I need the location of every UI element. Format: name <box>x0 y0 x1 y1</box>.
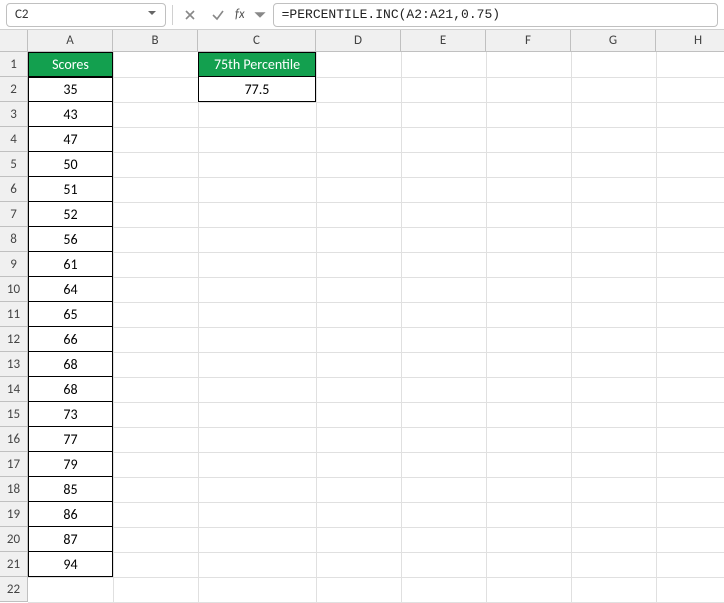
cell-A6[interactable]: 51 <box>28 177 113 202</box>
row-header-4[interactable]: 4 <box>0 127 28 152</box>
column-header-B[interactable]: B <box>113 30 198 52</box>
cell-A7[interactable]: 52 <box>28 202 113 227</box>
spreadsheet-grid[interactable]: ABCDEFGH 1234567891011121314151617181920… <box>0 30 724 581</box>
row-header-14[interactable]: 14 <box>0 377 28 402</box>
confirm-icon[interactable] <box>207 4 229 26</box>
cell-A8[interactable]: 56 <box>28 227 113 252</box>
row-header-18[interactable]: 18 <box>0 477 28 502</box>
column-header-H[interactable]: H <box>656 30 724 52</box>
chevron-down-icon[interactable] <box>253 4 267 26</box>
column-header-F[interactable]: F <box>486 30 571 52</box>
cell-A9[interactable]: 61 <box>28 252 113 277</box>
formula-input[interactable]: =PERCENTILE.INC(A2:A21,0.75) <box>273 3 718 27</box>
cell-A16[interactable]: 77 <box>28 427 113 452</box>
row-header-16[interactable]: 16 <box>0 427 28 452</box>
divider <box>172 5 173 25</box>
cell-C2-value[interactable]: 77.5 <box>198 77 316 102</box>
row-header-20[interactable]: 20 <box>0 527 28 552</box>
row-header-11[interactable]: 11 <box>0 302 28 327</box>
cell-A2[interactable]: 35 <box>28 77 113 102</box>
cell-A15[interactable]: 73 <box>28 402 113 427</box>
cell-A19[interactable]: 86 <box>28 502 113 527</box>
cell-C1-header[interactable]: 75th Percentile <box>198 52 316 77</box>
row-header-21[interactable]: 21 <box>0 552 28 577</box>
column-header-E[interactable]: E <box>401 30 486 52</box>
cell-A17[interactable]: 79 <box>28 452 113 477</box>
column-header-G[interactable]: G <box>571 30 656 52</box>
column-header-D[interactable]: D <box>316 30 401 52</box>
cell-A11[interactable]: 65 <box>28 302 113 327</box>
cell-A21[interactable]: 94 <box>28 552 113 577</box>
cell-A4[interactable]: 47 <box>28 127 113 152</box>
cell-A14[interactable]: 68 <box>28 377 113 402</box>
cell-A20[interactable]: 87 <box>28 527 113 552</box>
row-header-1[interactable]: 1 <box>0 52 28 77</box>
row-header-6[interactable]: 6 <box>0 177 28 202</box>
cell-A3[interactable]: 43 <box>28 102 113 127</box>
row-header-19[interactable]: 19 <box>0 502 28 527</box>
cell-A18[interactable]: 85 <box>28 477 113 502</box>
formula-text: =PERCENTILE.INC(A2:A21,0.75) <box>282 7 500 22</box>
row-header-15[interactable]: 15 <box>0 402 28 427</box>
row-header-13[interactable]: 13 <box>0 352 28 377</box>
row-header-7[interactable]: 7 <box>0 202 28 227</box>
chevron-down-icon[interactable] <box>147 7 157 22</box>
row-header-3[interactable]: 3 <box>0 102 28 127</box>
row-header-2[interactable]: 2 <box>0 77 28 102</box>
row-header-9[interactable]: 9 <box>0 252 28 277</box>
row-header-10[interactable]: 10 <box>0 277 28 302</box>
cell-A1-header[interactable]: Scores <box>28 52 113 77</box>
cell-A10[interactable]: 64 <box>28 277 113 302</box>
name-box[interactable]: C2 <box>6 3 166 27</box>
fx-label[interactable]: fx <box>235 7 245 22</box>
row-header-8[interactable]: 8 <box>0 227 28 252</box>
cell-A12[interactable]: 66 <box>28 327 113 352</box>
row-header-12[interactable]: 12 <box>0 327 28 352</box>
formula-bar: C2 fx =PERCENTILE.INC(A2:A21,0.75) <box>0 0 724 30</box>
name-box-value: C2 <box>15 7 29 22</box>
cell-A13[interactable]: 68 <box>28 352 113 377</box>
column-header-A[interactable]: A <box>28 30 113 52</box>
column-header-C[interactable]: C <box>198 30 316 52</box>
row-header-5[interactable]: 5 <box>0 152 28 177</box>
select-all-corner[interactable] <box>0 30 28 52</box>
row-header-17[interactable]: 17 <box>0 452 28 477</box>
cancel-icon[interactable] <box>179 4 201 26</box>
cell-A5[interactable]: 50 <box>28 152 113 177</box>
